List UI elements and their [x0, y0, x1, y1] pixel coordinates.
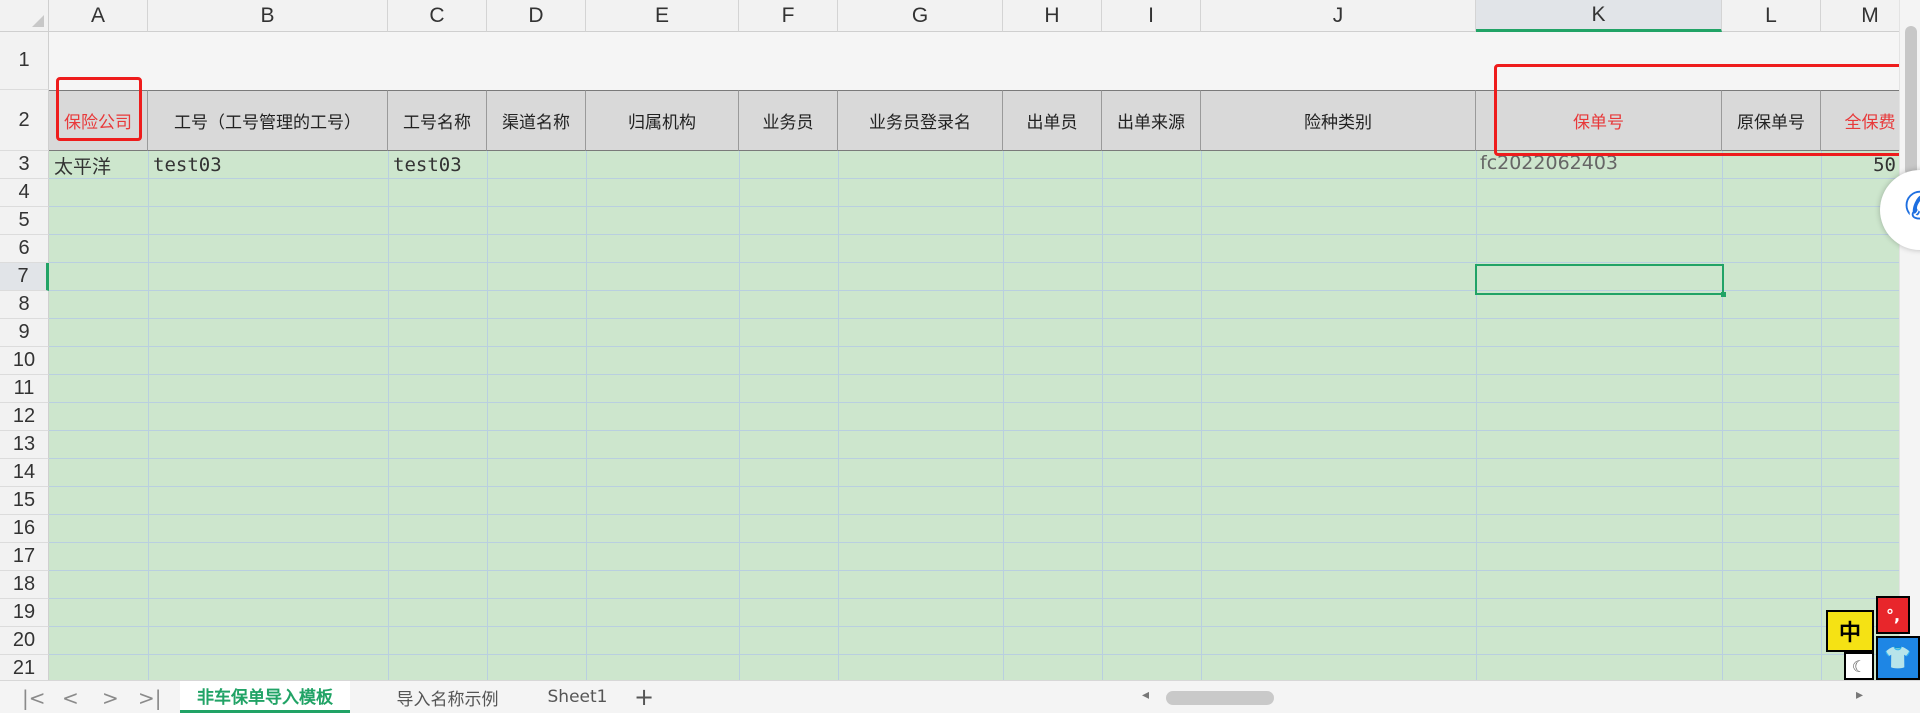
row-header-4[interactable]: 4	[0, 179, 49, 207]
row-header-6[interactable]: 6	[0, 235, 49, 263]
row-header-13[interactable]: 13	[0, 431, 49, 459]
row-header-3[interactable]: 3	[0, 151, 49, 179]
annotation-box-policy-fields	[1494, 64, 1918, 156]
tab-sheet-non-vehicle-template[interactable]: 非车保单导入模板	[180, 681, 350, 713]
gridline	[1003, 151, 1004, 680]
column-header-c[interactable]: C	[388, 0, 487, 32]
column-header-d[interactable]: D	[487, 0, 586, 32]
header-cell-salesperson[interactable]: 业务员	[739, 90, 838, 151]
scroll-left-icon[interactable]: ◂	[1142, 687, 1149, 703]
spreadsheet-grid[interactable]: A B C D E F G H I J K L M 1 2 3 4 5 6 7 …	[0, 0, 1920, 680]
column-header-j[interactable]: J	[1201, 0, 1476, 32]
column-header-a[interactable]: A	[49, 0, 148, 32]
gridline	[586, 151, 587, 680]
cell-b3[interactable]: test03	[153, 151, 222, 179]
column-header-g[interactable]: G	[838, 0, 1003, 32]
column-header-i[interactable]: I	[1102, 0, 1201, 32]
row-header-1[interactable]: 1	[0, 32, 49, 90]
gridline	[1722, 151, 1723, 680]
tab-sheet1[interactable]: Sheet1	[535, 681, 620, 713]
gridline	[388, 151, 389, 680]
tab-sheet-import-name-example[interactable]: 导入名称示例	[370, 681, 525, 713]
gridline	[148, 151, 149, 680]
data-area[interactable]	[49, 151, 1899, 680]
header-cell-channel-name[interactable]: 渠道名称	[487, 90, 586, 151]
row-header-17[interactable]: 17	[0, 543, 49, 571]
vertical-scrollbar-thumb[interactable]	[1905, 26, 1917, 176]
row-header-8[interactable]: 8	[0, 291, 49, 319]
column-header-b[interactable]: B	[148, 0, 388, 32]
column-header-e[interactable]: E	[586, 0, 739, 32]
header-cell-employee-name[interactable]: 工号名称	[388, 90, 487, 151]
row-header-18[interactable]: 18	[0, 571, 49, 599]
row-header-10[interactable]: 10	[0, 347, 49, 375]
column-header-k[interactable]: K	[1476, 0, 1722, 32]
gridline	[838, 151, 839, 680]
last-sheet-icon[interactable]: >|	[138, 686, 162, 710]
prev-sheet-icon[interactable]: <	[62, 686, 79, 710]
row-header-20[interactable]: 20	[0, 627, 49, 655]
gridline	[739, 151, 740, 680]
column-header-f[interactable]: F	[739, 0, 838, 32]
ime-toolbar[interactable]: 中 °, ☾ 👕	[1826, 596, 1920, 680]
gridline	[1821, 151, 1822, 680]
sheet-tab-bar: |< < > >| 非车保单导入模板 导入名称示例 Sheet1 + ◂ ▸	[0, 680, 1920, 713]
row-header-15[interactable]: 15	[0, 487, 49, 515]
moon-icon[interactable]: ☾	[1844, 652, 1874, 680]
skin-icon[interactable]: 👕	[1876, 636, 1920, 680]
header-cell-employee-id[interactable]: 工号（工号管理的工号）	[148, 90, 388, 151]
header-cell-insurance-type[interactable]: 险种类别	[1201, 90, 1476, 151]
row-header-12[interactable]: 12	[0, 403, 49, 431]
add-sheet-icon[interactable]: +	[634, 683, 654, 711]
cell-c3[interactable]: test03	[393, 151, 462, 179]
row-header-21[interactable]: 21	[0, 655, 49, 680]
vertical-scrollbar[interactable]	[1899, 0, 1920, 680]
row-header-9[interactable]: 9	[0, 319, 49, 347]
header-cell-issue-source[interactable]: 出单来源	[1102, 90, 1201, 151]
row-header-11[interactable]: 11	[0, 375, 49, 403]
header-cell-salesperson-login[interactable]: 业务员登录名	[838, 90, 1003, 151]
row-header-7[interactable]: 7	[0, 263, 49, 291]
ime-mode-button[interactable]: 中	[1826, 610, 1874, 652]
ime-punctuation-button[interactable]: °,	[1876, 596, 1910, 634]
selected-cell-k7[interactable]	[1475, 264, 1726, 297]
row-header-16[interactable]: 16	[0, 515, 49, 543]
row-header-2[interactable]: 2	[0, 90, 49, 151]
annotation-box-insurance-company	[56, 77, 142, 141]
horizontal-scrollbar-thumb[interactable]	[1166, 691, 1274, 705]
scroll-right-icon[interactable]: ▸	[1856, 687, 1863, 703]
row-header-14[interactable]: 14	[0, 459, 49, 487]
cell-a3[interactable]: 太平洋	[54, 151, 111, 179]
phone-icon: ✆	[1904, 184, 1920, 228]
header-cell-issuer[interactable]: 出单员	[1003, 90, 1102, 151]
next-sheet-icon[interactable]: >	[102, 686, 119, 710]
row-header-5[interactable]: 5	[0, 207, 49, 235]
select-all-corner[interactable]	[0, 0, 49, 32]
row-header-19[interactable]: 19	[0, 599, 49, 627]
first-sheet-icon[interactable]: |<	[22, 686, 46, 710]
gridline	[1102, 151, 1103, 680]
header-cell-organization[interactable]: 归属机构	[586, 90, 739, 151]
gridline	[1201, 151, 1202, 680]
column-header-l[interactable]: L	[1722, 0, 1821, 32]
gridline	[1476, 151, 1477, 680]
column-header-h[interactable]: H	[1003, 0, 1102, 32]
gridline	[487, 151, 488, 680]
horizontal-scrollbar[interactable]: ◂ ▸	[1130, 687, 1863, 705]
